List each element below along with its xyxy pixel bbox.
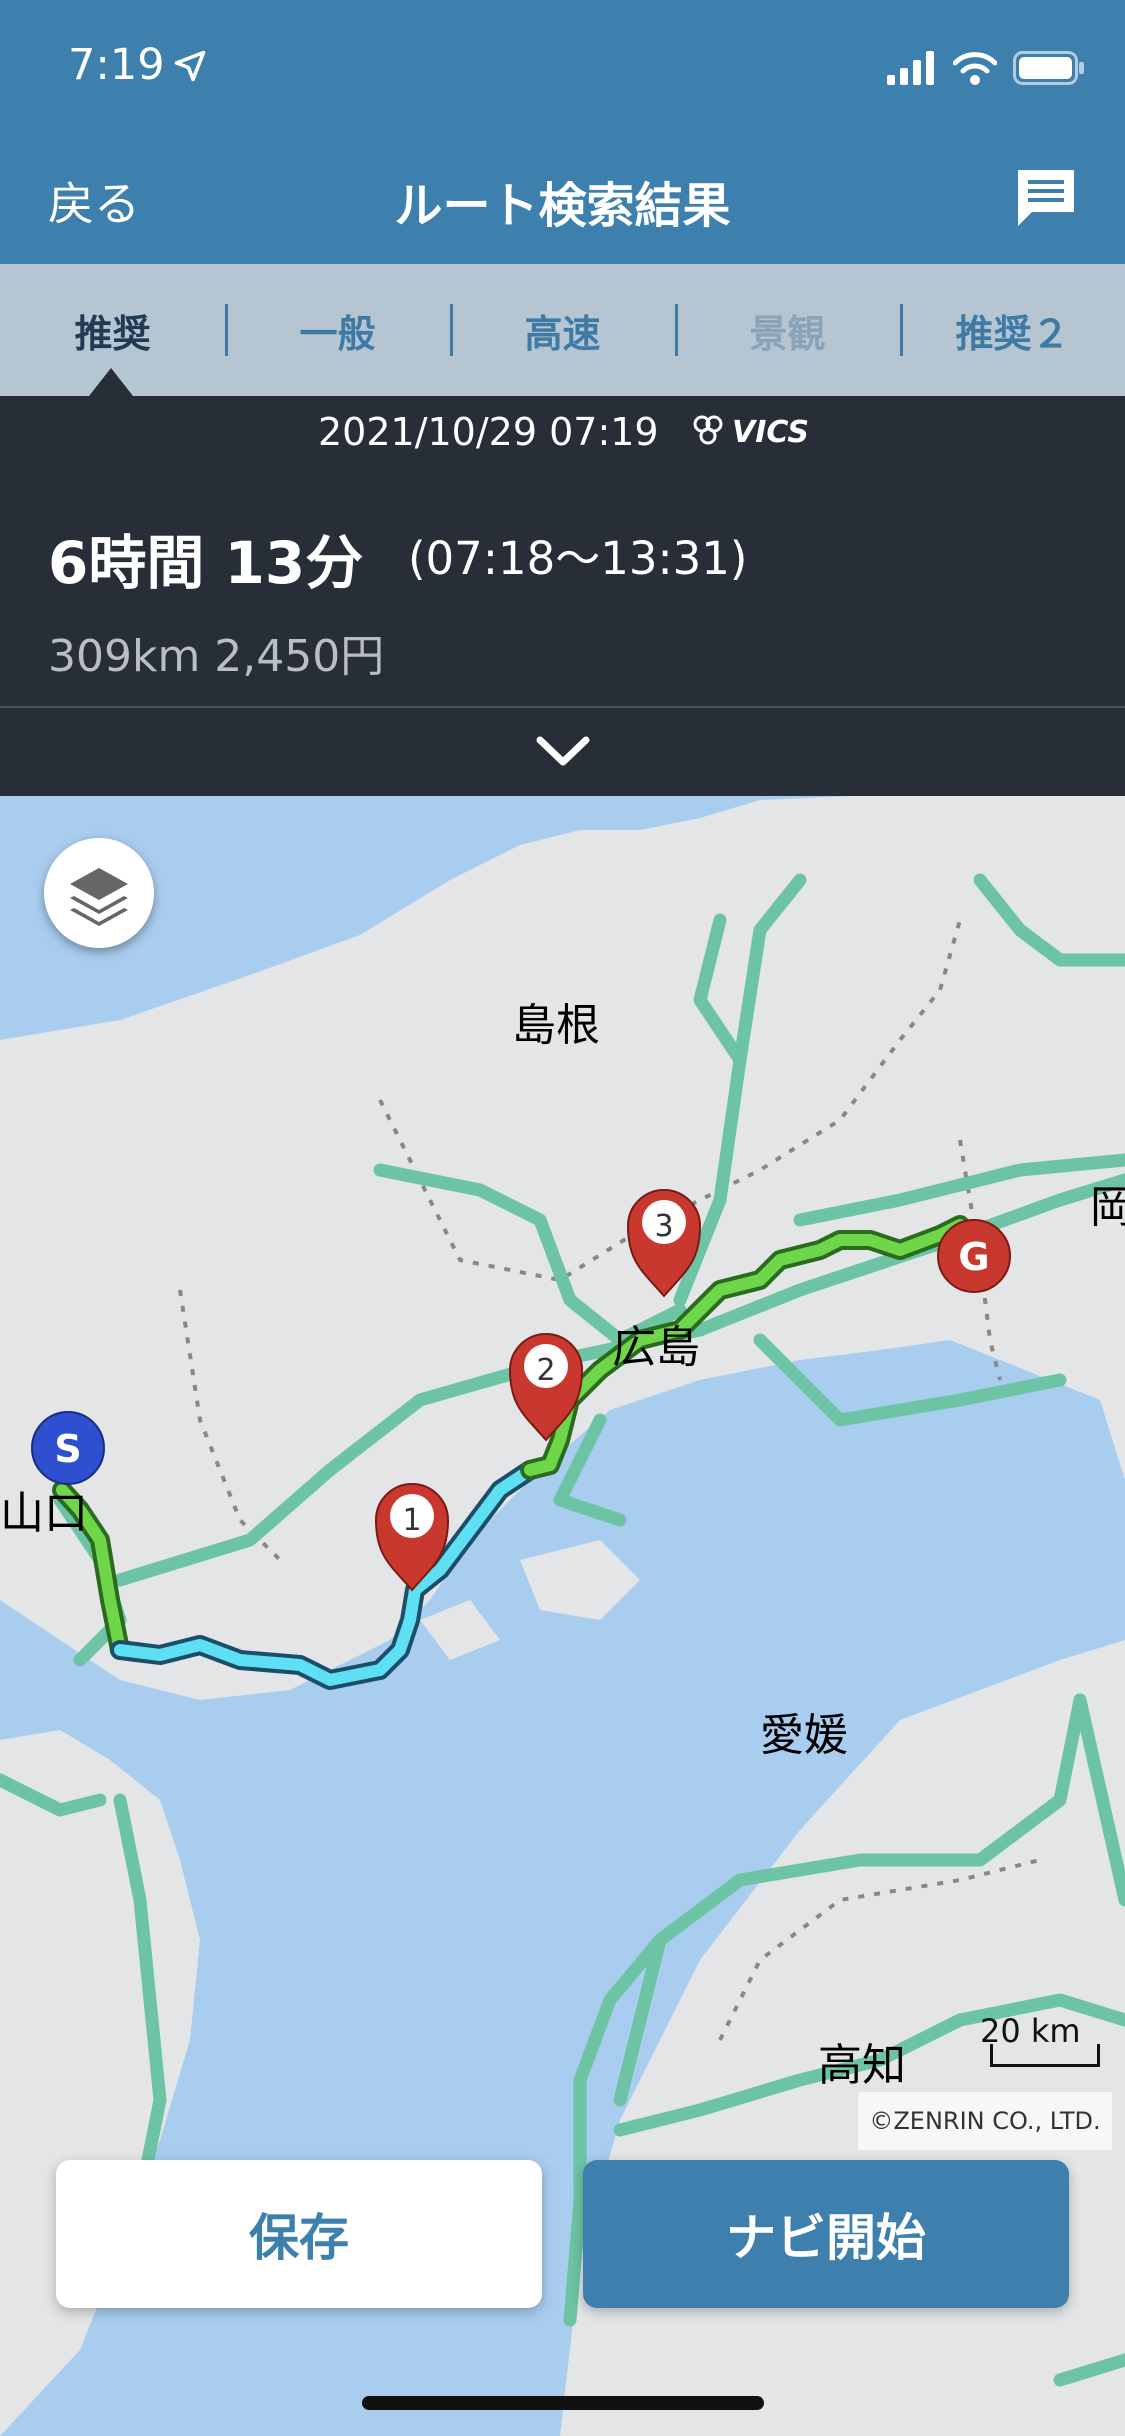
message-icon[interactable] xyxy=(1014,166,1078,230)
tab-recommended-2[interactable]: 推奨２ xyxy=(900,264,1125,396)
place-label: 山口 xyxy=(0,1488,88,1539)
save-button[interactable]: 保存 xyxy=(56,2160,542,2308)
goal-marker[interactable]: G xyxy=(937,1219,1011,1293)
place-label: 高知 xyxy=(818,2040,906,2091)
svg-text:S: S xyxy=(54,1427,81,1471)
route-type-tabs: 推奨 一般 高速 景観 推奨２ xyxy=(0,264,1125,396)
waypoint-label: 1 xyxy=(402,1503,421,1538)
tab-label: 景観 xyxy=(749,311,826,356)
tab-general[interactable]: 一般 xyxy=(225,264,450,396)
location-arrow-icon xyxy=(174,50,206,82)
status-time: 7:19 xyxy=(68,40,165,90)
waypoint-label: 2 xyxy=(536,1353,555,1388)
map-copyright: ©ZENRIN CO., LTD. xyxy=(858,2092,1112,2150)
page-title: ルート検索結果 xyxy=(394,178,731,234)
wifi-icon xyxy=(953,52,997,85)
vics-label: VICS xyxy=(732,415,809,450)
tab-divider xyxy=(450,304,453,356)
tab-label: 推奨 xyxy=(74,311,151,356)
place-label: 愛媛 xyxy=(760,1710,848,1761)
vics-logo: VICS xyxy=(693,415,809,450)
waypoint-label: 3 xyxy=(654,1209,673,1244)
place-label: 広島 xyxy=(612,1322,700,1373)
divider xyxy=(0,706,1125,708)
tab-label: 一般 xyxy=(299,311,376,356)
tab-divider xyxy=(675,304,678,356)
battery-icon xyxy=(1013,51,1084,85)
chevron-down-icon[interactable] xyxy=(532,726,594,778)
search-datetime: 2021/10/29 07:19 xyxy=(318,410,659,454)
route-time-range: (07:18～13:31) xyxy=(408,532,748,585)
tab-label: 高速 xyxy=(524,311,601,356)
scale-bar xyxy=(990,2044,1100,2067)
start-marker[interactable]: S xyxy=(31,1411,105,1485)
tab-label: 推奨２ xyxy=(955,311,1070,356)
place-label: 島根 xyxy=(512,1000,600,1051)
home-indicator[interactable] xyxy=(362,2396,764,2410)
route-distance-fare: 309km 2,450円 xyxy=(48,631,385,682)
start-navigation-button[interactable]: ナビ開始 xyxy=(583,2160,1069,2308)
svg-text:G: G xyxy=(958,1235,989,1279)
tab-highway[interactable]: 高速 xyxy=(450,264,675,396)
active-tab-indicator xyxy=(89,368,133,396)
layers-icon xyxy=(70,868,128,926)
tab-scenic[interactable]: 景観 xyxy=(675,264,900,396)
map-layers-button[interactable] xyxy=(44,838,154,948)
status-icons xyxy=(887,48,1085,88)
tab-divider xyxy=(225,304,228,356)
signal-icon xyxy=(887,51,934,85)
route-duration: 6時間 13分 xyxy=(48,529,364,597)
tab-divider xyxy=(900,304,903,356)
place-label: 岡 xyxy=(1090,1182,1125,1233)
